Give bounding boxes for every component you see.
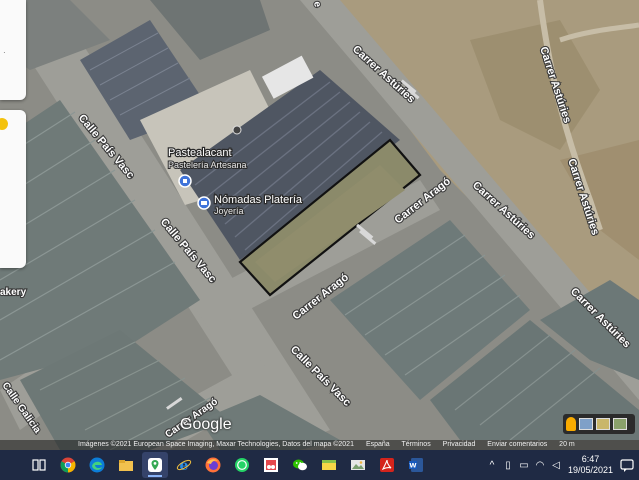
whatsapp-icon	[235, 458, 249, 472]
task-view-icon	[32, 459, 46, 471]
task-view-button[interactable]	[26, 452, 52, 478]
attribution-country[interactable]: España	[366, 441, 390, 448]
snipping-tool-icon	[264, 458, 278, 472]
side-panel-card[interactable]	[0, 110, 26, 268]
firefox-icon	[205, 457, 221, 473]
place-subtitle-nomadas-plateria: Joyería	[214, 206, 244, 216]
google-logo: Google	[180, 416, 232, 433]
attribution-privacy-link[interactable]: Privacidad	[443, 441, 476, 448]
layer-thumb-satellite-icon[interactable]	[613, 418, 627, 430]
tablet-mode-icon[interactable]: ▯	[502, 460, 514, 471]
panel-divider-icon: ·	[3, 48, 6, 57]
map-scale-label: 20 m	[559, 441, 575, 448]
taskbar-firefox-button[interactable]	[200, 452, 226, 478]
volume-icon[interactable]: ◁	[550, 460, 562, 471]
taskbar-edge-button[interactable]	[84, 452, 110, 478]
taskbar-internet-explorer-button[interactable]: e	[171, 452, 197, 478]
taskbar-maps-button[interactable]	[142, 452, 168, 478]
acrobat-icon	[380, 458, 394, 472]
notification-center-icon[interactable]	[619, 457, 635, 473]
taskbar-whatsapp-button[interactable]	[229, 452, 255, 478]
taskbar-word-button[interactable]: W	[403, 452, 429, 478]
sticky-notes-icon	[322, 460, 336, 470]
taskbar-sticky-notes-button[interactable]	[316, 452, 342, 478]
pegman-icon[interactable]	[566, 417, 576, 431]
clock-date: 19/05/2021	[567, 465, 613, 475]
word-icon: W	[409, 458, 423, 472]
small-poi-dot-icon[interactable]	[232, 125, 242, 135]
google-maps-icon	[148, 458, 162, 472]
poi-label-bakery-partial: akery	[0, 287, 27, 298]
folder-icon	[119, 460, 133, 471]
taskbar-chrome-button[interactable]	[55, 452, 81, 478]
taskbar-wechat-button[interactable]	[287, 452, 313, 478]
taskbar-acrobat-button[interactable]	[374, 452, 400, 478]
taskbar-snipping-button[interactable]	[258, 452, 284, 478]
attribution-feedback-link[interactable]: Enviar comentarios	[487, 441, 547, 448]
system-tray: ^ ▯ ▭ ◠ ◁ 6:47 19/05/2021	[484, 450, 639, 480]
place-subtitle-pastealacant: Pastelería Artesana	[168, 160, 247, 170]
windows-taskbar: e W ^ ▯ ▭ ◠ ◁ 6:47 19/05/2021	[0, 450, 639, 480]
svg-text:W: W	[409, 462, 416, 470]
place-name-pastealacant: Pastealacant	[168, 147, 232, 159]
layer-thumb-terrain-icon[interactable]	[596, 418, 610, 430]
attribution-terms-link[interactable]: Términos	[402, 441, 431, 448]
taskbar-file-explorer-button[interactable]	[113, 452, 139, 478]
map-attribution-bar: Imágenes ©2021 European Space Imaging, M…	[0, 440, 639, 450]
clock[interactable]: 6:47 19/05/2021	[568, 454, 613, 476]
photos-icon	[351, 460, 365, 470]
clock-time: 6:47	[581, 454, 600, 464]
layer-thumb-map-icon[interactable]	[579, 418, 593, 430]
wechat-icon	[293, 459, 307, 471]
attribution-imagery: Imágenes ©2021 European Space Imaging, M…	[78, 441, 354, 448]
map-layer-controls[interactable]	[563, 414, 635, 434]
device-icon[interactable]: ▭	[518, 460, 530, 471]
side-panel-top[interactable]: ·	[0, 0, 26, 100]
edge-icon	[89, 457, 105, 473]
chevron-up-icon[interactable]: ^	[486, 460, 498, 471]
rating-star-icon	[0, 118, 8, 130]
taskbar-photos-button[interactable]	[345, 452, 371, 478]
internet-explorer-icon: e	[176, 458, 192, 473]
satellite-map[interactable]: Calle País Vasc Calle País Vasc Calle Pa…	[0, 0, 639, 450]
chrome-icon	[60, 457, 76, 473]
screen: Calle País Vasc Calle País Vasc Calle Pa…	[0, 0, 639, 480]
place-name-nomadas-plateria: Nómadas Platería	[214, 194, 303, 206]
wifi-icon[interactable]: ◠	[534, 460, 546, 471]
